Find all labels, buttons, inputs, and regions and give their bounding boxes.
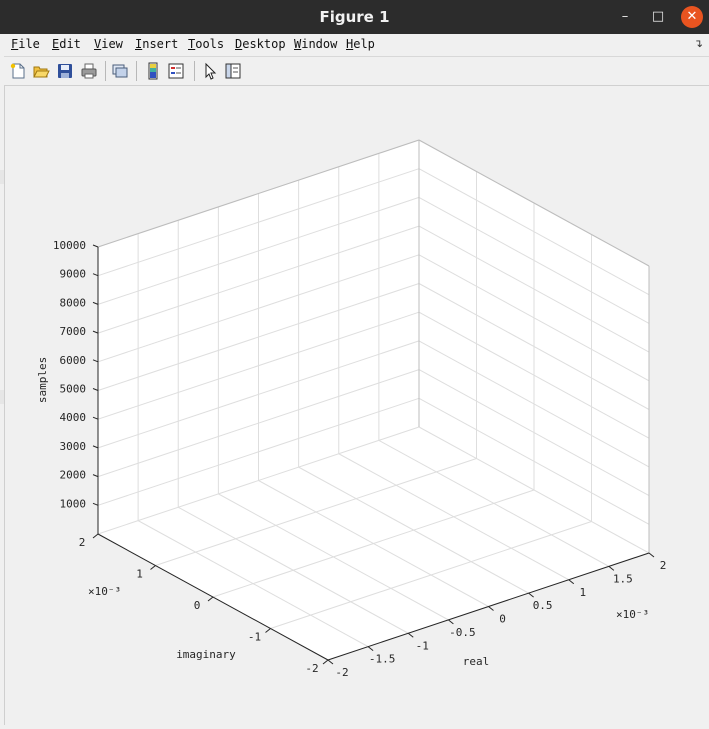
menu-file[interactable]: File [11,37,40,51]
minimize-button[interactable]: – [614,6,636,28]
maximize-icon: □ [651,9,665,24]
z-tick-mark [92,359,99,363]
y-tick-label: 0 [194,599,201,612]
x-tick-mark [488,606,494,611]
y-tick-label: 2 [79,536,86,549]
new-figure-icon[interactable] [9,62,27,80]
x-axis-label: real [463,655,490,668]
x-tick-label: 0.5 [533,599,553,612]
z-tick-mark [92,474,99,478]
open-file-icon[interactable] [32,62,50,80]
x-tick-mark [568,579,575,585]
menu-desktop[interactable]: Desktop [235,37,286,51]
x-tick-label: 2 [660,559,667,572]
z-tick-label: 9000 [60,268,87,281]
y-axis-label: imaginary [176,648,236,661]
z-tick-mark [92,301,99,305]
z-axis-label: samples [36,357,49,403]
toolbar-separator [105,61,106,81]
y-tick-label: -2 [305,662,318,675]
z-tick-label: 3000 [60,440,87,453]
insert-legend-icon[interactable] [167,62,185,80]
y-tick-mark [92,533,99,539]
close-icon: ✕ [686,9,698,24]
link-plot-icon[interactable] [111,62,129,80]
x-tick-mark [648,552,655,558]
z-tick-mark [92,416,99,420]
window-title: Figure 1 [319,8,390,26]
x-tick-mark [367,646,374,652]
x-tick-mark [448,619,454,625]
x-tick-mark [407,632,414,638]
z-tick-mark [92,502,99,506]
menu-help[interactable]: Help [346,37,375,51]
menu-dock-arrow-icon[interactable]: ↴ [694,37,703,50]
menu-window[interactable]: Window [294,37,337,51]
z-tick-mark [92,388,99,391]
pane-fill-group [98,140,649,660]
y-tick-mark [265,628,271,633]
y-tick-mark [150,565,156,570]
save-icon[interactable] [56,62,74,80]
z-tick-label: 10000 [53,239,86,252]
toolbar-separator [194,61,195,81]
minimize-icon: – [621,9,629,24]
z-tick-label: 6000 [60,354,87,367]
maximize-button[interactable]: □ [647,6,669,28]
z-tick-label: 7000 [60,325,87,338]
y-tick-mark [322,659,329,665]
x-tick-label: -1.5 [369,653,396,666]
edit-plot-arrow-icon[interactable] [201,62,219,80]
figure-toolbar [4,57,709,86]
z-tick-mark [92,330,99,334]
window-titlebar: Figure 1 – □ ✕ [0,0,709,34]
x-tick-label: 0 [499,613,506,626]
z-tick-label: 1000 [60,497,87,510]
x-tick-label: -2 [335,666,348,679]
y-tick-mark [207,596,214,602]
y-tick-label: -1 [248,631,261,644]
close-button[interactable]: ✕ [681,6,703,28]
axes-3d[interactable]: -2 -1.5 -1 -0.5 0 0.5 1 1.5 2 -2 -1 0 1 2 1000 2000 3000… [5,86,709,725]
y-tick-label: 1 [136,568,143,581]
z-tick-mark [92,445,99,449]
menu-bar: File Edit View Insert Tools Desktop Wind… [4,34,709,57]
x-tick-label: -1 [416,639,429,652]
z-tick-label: 2000 [60,469,87,482]
menu-edit[interactable]: Edit [52,37,81,51]
x-tick-mark [608,565,615,571]
x-tick-mark [327,659,334,665]
menu-insert[interactable]: Insert [135,37,178,51]
menu-view[interactable]: View [94,37,123,51]
figure-canvas[interactable]: -2 -1.5 -1 -0.5 0 0.5 1 1.5 2 -2 -1 0 1 2 1000 2000 3000… [4,86,709,725]
z-tick-label: 5000 [60,383,87,396]
toolbar-separator [136,61,137,81]
z-tick-label: 8000 [60,296,87,309]
x-tick-mark [528,592,534,598]
z-tick-mark [92,244,99,248]
x-tick-label: 1 [579,586,586,599]
y-axis-exponent: ×10⁻³ [88,585,121,598]
print-icon[interactable] [80,62,98,80]
menu-tools[interactable]: Tools [188,37,224,51]
z-tick-label: 4000 [60,411,87,424]
x-tick-label: 1.5 [613,572,633,585]
property-inspector-icon[interactable] [224,62,242,80]
z-tick-mark [92,273,99,277]
x-tick-label: -0.5 [449,626,476,639]
x-axis-exponent: ×10⁻³ [616,608,649,621]
insert-colorbar-icon[interactable] [144,62,162,80]
